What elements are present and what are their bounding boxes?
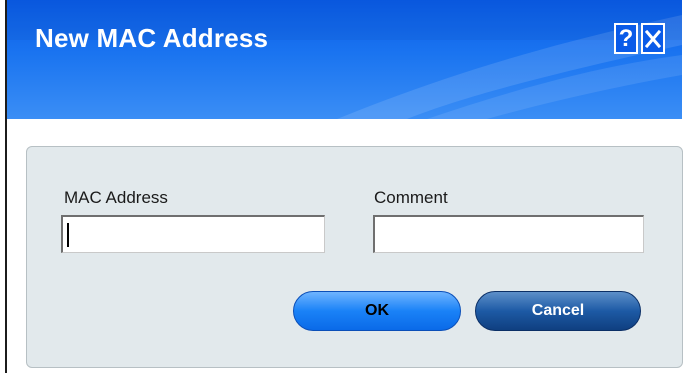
comment-input[interactable]: [373, 215, 644, 253]
help-button[interactable]: ?: [614, 23, 638, 54]
mac-address-label: MAC Address: [64, 188, 168, 207]
dialog-title: New MAC Address: [35, 23, 269, 53]
text-caret: [67, 223, 69, 247]
ok-button[interactable]: OK: [293, 291, 461, 331]
title-bar[interactable]: New MAC Address: [7, 0, 682, 119]
title-bar-swoosh: [7, 0, 682, 119]
close-button[interactable]: [641, 23, 665, 54]
comment-label: Comment: [374, 188, 448, 207]
cancel-button[interactable]: Cancel: [475, 291, 641, 331]
mac-address-input[interactable]: [61, 215, 325, 253]
close-icon: [645, 29, 661, 48]
form-panel: [26, 146, 683, 368]
dialog-window: New MAC Address ? MAC Address Comment OK…: [0, 0, 689, 373]
help-icon: ?: [618, 24, 634, 52]
